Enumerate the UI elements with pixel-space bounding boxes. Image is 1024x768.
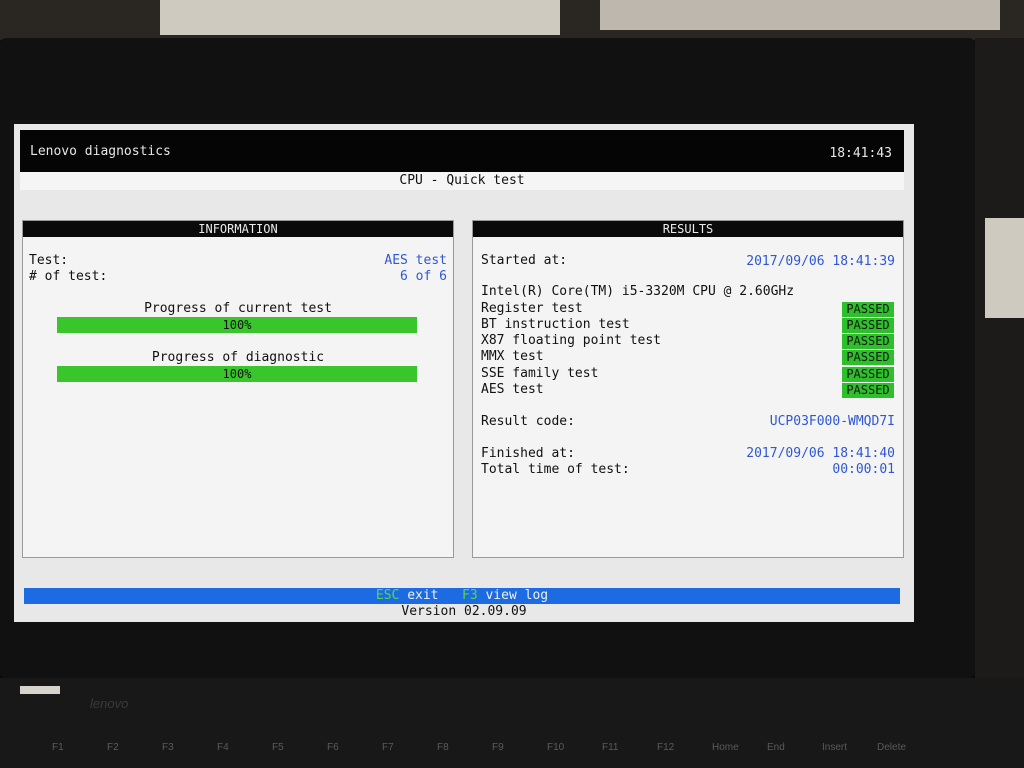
diagnostic-progress-percent: 100%	[222, 367, 252, 381]
keyboard-key: Home	[712, 742, 739, 753]
diagnostic-progress-bar: 100%	[57, 366, 417, 382]
background-box	[600, 0, 1000, 30]
keyboard-key: F4	[217, 742, 229, 753]
keyboard-key: End	[767, 742, 785, 753]
esc-exit-hint[interactable]: ESC exit	[376, 588, 439, 603]
test-name-sse: SSE family test	[481, 366, 599, 381]
current-progress-label: Progress of current test	[144, 301, 332, 316]
key-hint-bar: ESC exit F3 view log	[24, 588, 900, 604]
test-title: CPU - Quick test	[20, 170, 904, 190]
status-badge: PASSED	[842, 383, 894, 398]
status-badge: PASSED	[842, 367, 894, 382]
information-panel: INFORMATION Test: AES test # of test: 6 …	[22, 220, 454, 558]
f3-key: F3	[462, 588, 478, 603]
background-right	[975, 38, 1024, 678]
function-key-row: F1 F2 F3 F4 F5 F6 F7 F8 F9 F10 F11 F12 Home End Insert…	[0, 720, 1024, 768]
keyboard-key: Insert	[822, 742, 848, 753]
keyboard-key: F6	[327, 742, 339, 753]
keyboard-key: F7	[382, 742, 394, 753]
finished-value: 2017/09/06 18:41:40	[746, 446, 895, 461]
test-name-register: Register test	[481, 301, 583, 316]
status-badge: PASSED	[842, 318, 894, 333]
current-progress-percent: 100%	[222, 318, 252, 332]
keyboard-key: F10	[547, 742, 565, 753]
diagnostics-screen: Lenovo diagnostics 18:41:43 CPU - Quick …	[14, 124, 914, 622]
background-wall	[0, 0, 1024, 40]
background-box	[160, 0, 560, 35]
results-panel: RESULTS Started at: 2017/09/06 18:41:39 …	[472, 220, 904, 558]
keyboard-key: F3	[162, 742, 174, 753]
diagnostic-progress-label: Progress of diagnostic	[151, 350, 325, 365]
test-name-x87: X87 floating point test	[481, 333, 662, 348]
clock: 18:41:43	[829, 146, 892, 161]
f3-view-log-hint[interactable]: F3 view log	[462, 588, 548, 603]
keyboard-key: F1	[52, 742, 64, 753]
keyboard-key: F5	[272, 742, 284, 753]
test-label: Test:	[29, 253, 69, 268]
finished-label: Finished at:	[481, 446, 575, 461]
keyboard-key: Delete	[877, 742, 906, 753]
hinge-light	[20, 686, 60, 694]
version-label: Version 02.09.09	[401, 604, 527, 619]
keyboard-key: F12	[657, 742, 675, 753]
current-progress-bar: 100%	[57, 317, 417, 333]
view-log-label: view log	[485, 588, 549, 603]
results-heading: RESULTS	[473, 221, 903, 237]
test-name-mmx: MMX test	[481, 349, 544, 364]
status-badge: PASSED	[842, 350, 894, 365]
app-title: Lenovo diagnostics	[30, 144, 171, 159]
test-count-value: 6 of 6	[400, 269, 447, 284]
result-code-value: UCP03F000-WMQD7I	[769, 414, 895, 429]
cpu-name: Intel(R) Core(TM) i5-3320M CPU @ 2.60GHz	[481, 284, 795, 299]
test-name-bt: BT instruction test	[481, 317, 630, 332]
started-label: Started at:	[481, 253, 568, 268]
keyboard-key: F2	[107, 742, 119, 753]
keyboard-key: F8	[437, 742, 449, 753]
test-count-label: # of test:	[29, 269, 108, 284]
exit-label: exit	[407, 588, 439, 603]
keyboard-key: F9	[492, 742, 504, 753]
title-bar: Lenovo diagnostics 18:41:43	[20, 130, 904, 172]
status-badge: PASSED	[842, 302, 894, 317]
total-time-label: Total time of test:	[481, 462, 630, 477]
result-code-label: Result code:	[481, 414, 575, 429]
total-time-value: 00:00:01	[832, 462, 895, 477]
status-badge: PASSED	[842, 334, 894, 349]
keyboard-key: F11	[602, 742, 619, 753]
test-name-aes: AES test	[481, 382, 544, 397]
information-heading: INFORMATION	[23, 221, 453, 237]
esc-key: ESC	[375, 588, 400, 603]
laptop-brand-logo: lenovo	[90, 696, 129, 711]
test-value: AES test	[384, 253, 447, 268]
started-value: 2017/09/06 18:41:39	[746, 254, 895, 269]
